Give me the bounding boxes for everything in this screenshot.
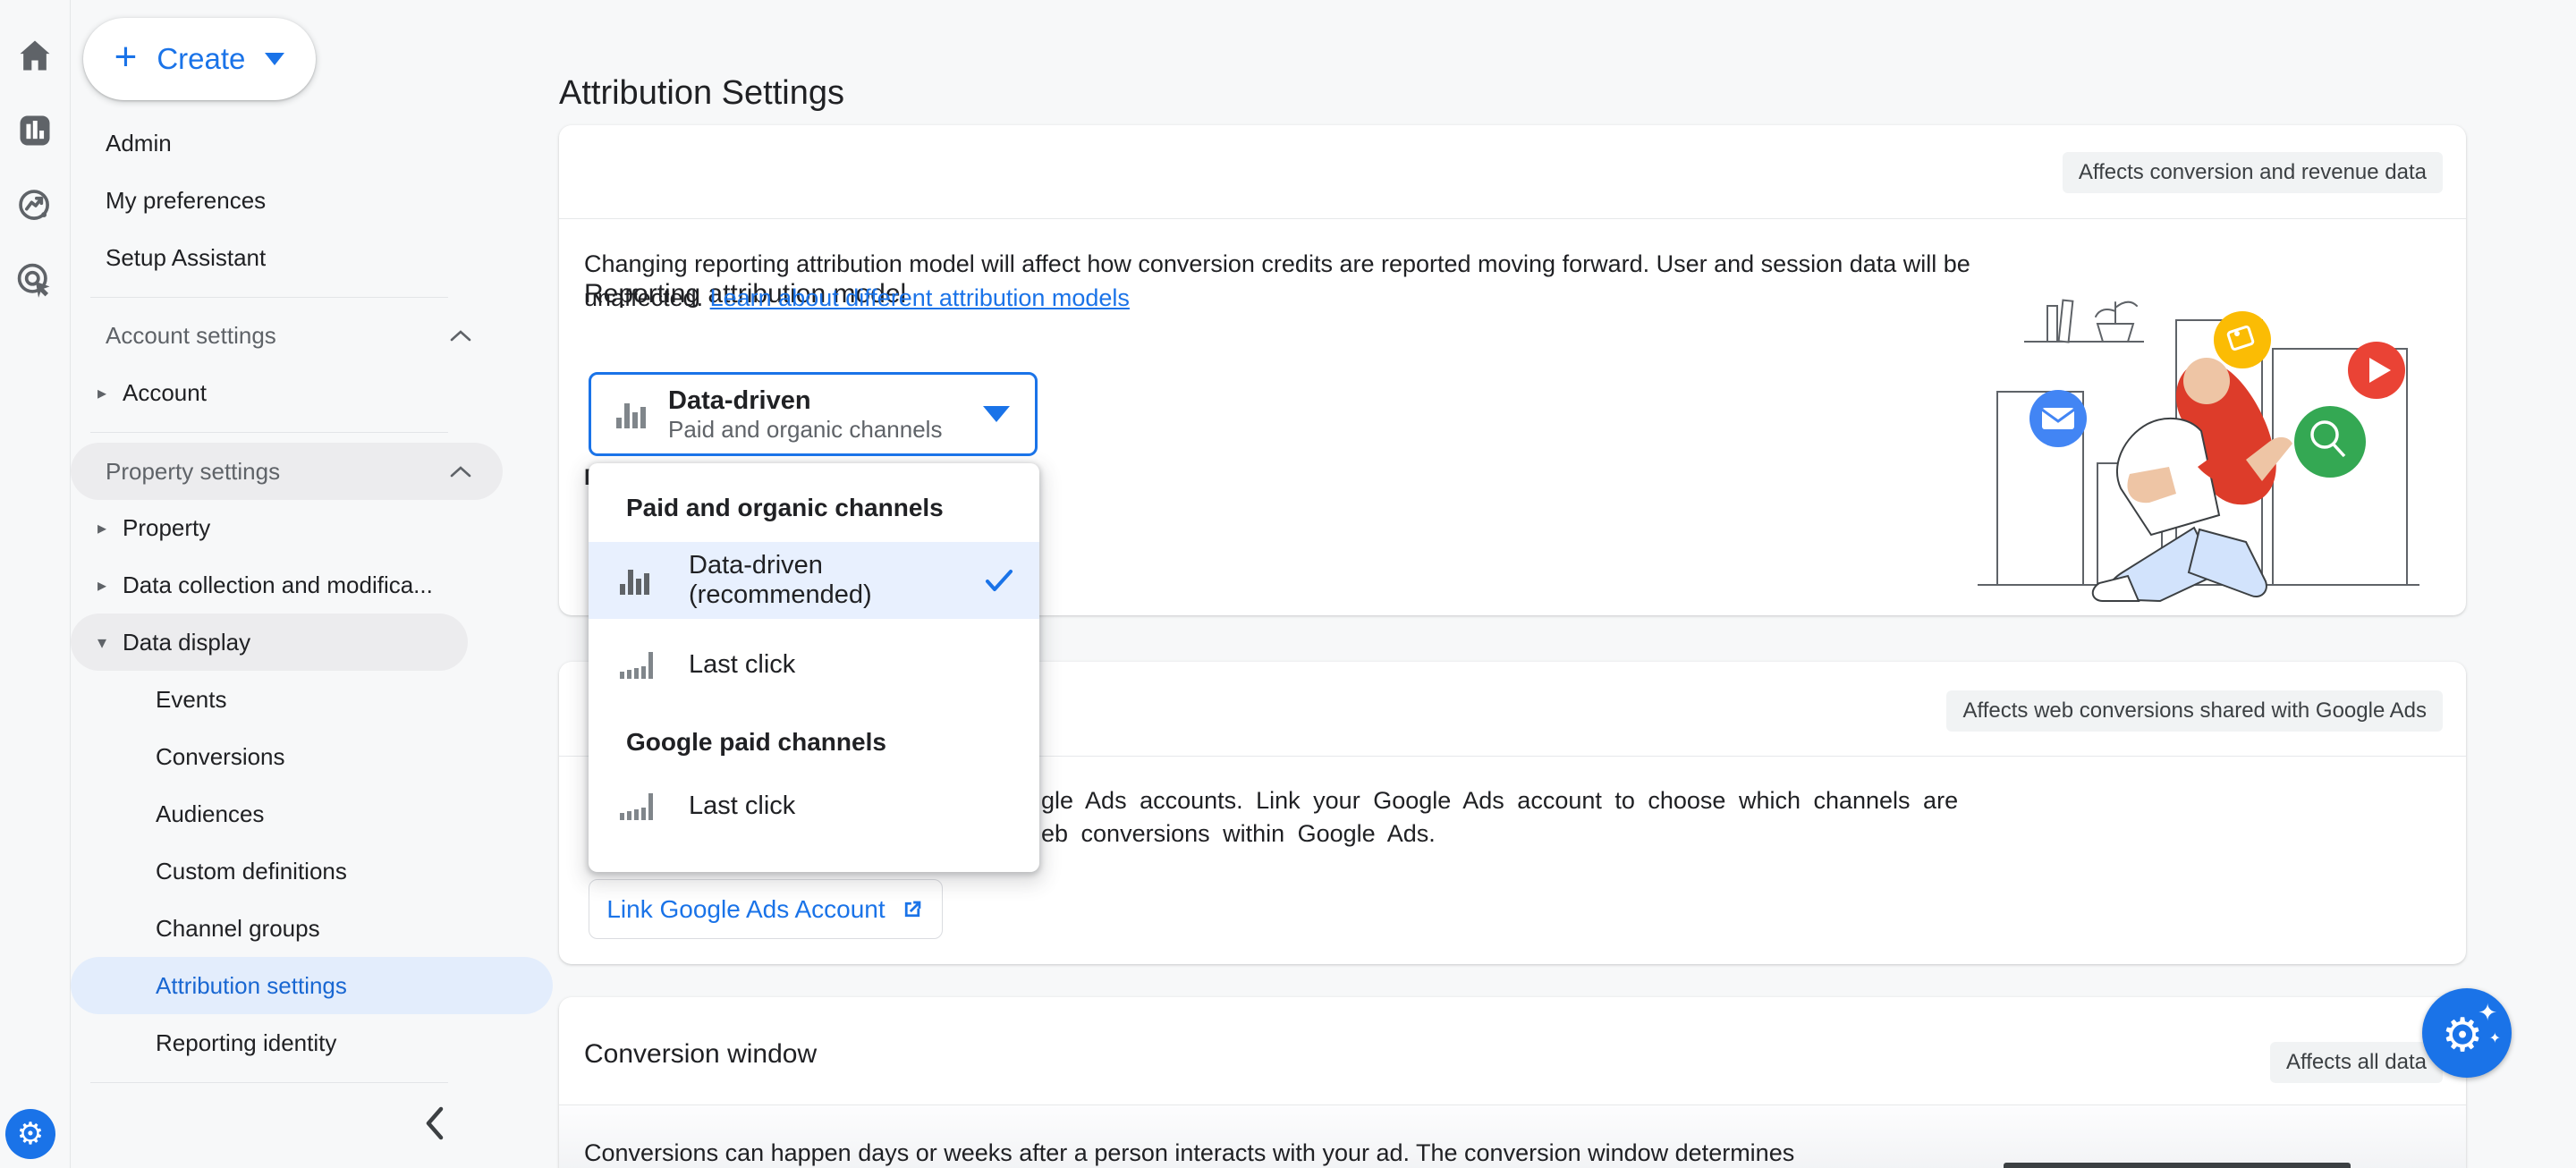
analytics-assistant-fab[interactable]: ⚙ ✦ ✦ [2422,988,2512,1078]
dropdown-caret-icon [983,406,1010,422]
tooltip-top-edge [2004,1163,2351,1168]
conversion-card-description: Conversions can happen days or weeks aft… [584,1136,1979,1168]
ga-admin-page: ⚙ + Create Admin My preferences Setup As… [0,0,2576,1168]
data-driven-icon [614,396,656,432]
sidebar-item-label: Custom definitions [156,858,347,885]
sidebar-section-label: Account settings [106,322,276,350]
advertising-icon[interactable] [15,261,55,300]
affects-badge: Affects web conversions shared with Goog… [1946,690,2443,732]
google-ads-card-text-line1: gle Ads accounts. Link your Google Ads a… [1041,787,1958,815]
sidebar-item-label: Reporting identity [156,1029,336,1057]
sidebar-divider [90,1082,448,1083]
chevron-up-icon [449,464,472,478]
chevron-up-icon [449,328,472,343]
dropdown-group-label: Paid and organic channels [626,494,944,522]
description-text: Changing reporting attribution model wil… [584,250,1970,277]
sidebar-item-attribution-settings[interactable]: Attribution settings [71,957,553,1014]
option-line2: (recommended) [689,580,984,610]
affects-badge: Affects conversion and revenue data [2063,152,2443,193]
admin-sidebar: + Create Admin My preferences Setup Assi… [71,0,559,1168]
attribution-models-link[interactable]: Learn about different attribution models [710,284,1130,311]
expand-right-icon: ▸ [71,574,123,597]
sidebar-item-conversions[interactable]: Conversions [71,728,553,785]
sidebar-item-label: Data collection and modifica... [123,571,433,599]
reports-icon[interactable] [15,111,55,150]
last-click-icon [615,647,662,682]
dropdown-group-label: Google paid channels [626,728,886,757]
sidebar-item-label: Attribution settings [156,972,347,1000]
dropdown-option-label: Last click [689,791,1039,821]
external-link-icon [900,897,925,922]
select-subtitle: Paid and organic channels [668,416,983,443]
plus-icon: + [114,38,138,77]
gear-glyph: ⚙ [17,1116,44,1152]
card-description: Changing reporting attribution model wil… [584,247,1979,315]
sidebar-item-events[interactable]: Events [71,671,553,728]
card-header-divider [559,218,2466,219]
sidebar-section-account-settings[interactable]: Account settings [71,307,503,364]
sidebar-item-label: Events [156,686,227,714]
last-click-icon [615,788,662,824]
data-driven-icon [615,563,662,598]
sidebar-item-label: Admin [106,130,172,157]
sidebar-item-label: Audiences [156,800,264,828]
expand-right-icon: ▸ [71,517,123,539]
settings-gear-icon[interactable]: ⚙ [5,1109,55,1159]
attribution-model-dropdown: Paid and organic channels Data-driven (r… [589,463,1039,872]
app-rail: ⚙ [0,0,71,1168]
link-google-ads-account-button[interactable]: Link Google Ads Account [589,879,943,939]
sidebar-item-label: Channel groups [156,915,320,943]
sidebar-item-channel-groups[interactable]: Channel groups [71,900,553,957]
dropdown-option-last-click-2[interactable]: Last click [589,774,1039,837]
affects-badge: Affects all data [2270,1042,2443,1083]
dropdown-option-data-driven[interactable]: Data-driven (recommended) [589,542,1039,619]
sidebar-item-audiences[interactable]: Audiences [71,785,553,842]
sidebar-item-data-display[interactable]: ▾ Data display [71,614,468,671]
conversion-window-card: Conversion window Affects all data Conve… [559,997,2466,1168]
google-ads-card-text-line2: eb conversions within Google Ads. [1041,820,1436,848]
sidebar-item-label: Property [123,514,210,542]
reporting-model-select[interactable]: Data-driven Paid and organic channels [589,372,1038,456]
sidebar-item-custom-definitions[interactable]: Custom definitions [71,842,553,900]
chevron-left-icon [418,1102,453,1145]
checkmark-icon [984,568,1014,593]
sidebar-item-setup-assistant[interactable]: Setup Assistant [71,229,503,286]
explore-icon[interactable] [15,186,55,225]
sidebar-item-my-preferences[interactable]: My preferences [71,172,503,229]
sidebar-section-label: Property settings [106,458,280,486]
sidebar-item-label: My preferences [106,187,266,215]
sidebar-item-label: Account [123,379,207,407]
sidebar-item-data-collection[interactable]: ▸ Data collection and modifica... [71,556,468,614]
dropdown-option-last-click-1[interactable]: Last click [589,633,1039,696]
card-title: Conversion window [584,1039,817,1070]
sidebar-divider [90,297,448,298]
sidebar-collapse-button[interactable] [418,1102,453,1145]
collapse-down-icon: ▾ [71,631,123,654]
sidebar-item-label: Setup Assistant [106,244,266,272]
create-button[interactable]: + Create [83,18,316,100]
link-button-label: Link Google Ads Account [606,895,885,924]
home-icon[interactable] [15,36,55,75]
select-texts: Data-driven Paid and organic channels [668,385,983,443]
sidebar-item-account[interactable]: ▸ Account [71,364,468,421]
description-text: unaffected. [584,284,710,311]
sidebar-item-property[interactable]: ▸ Property [71,499,468,556]
dropdown-option-label: Last click [689,650,1039,680]
attribution-illustration [1972,256,2455,614]
sidebar-item-admin[interactable]: Admin [71,114,503,172]
sidebar-section-property-settings[interactable]: Property settings [71,443,503,500]
page-title: Attribution Settings [559,74,844,113]
sidebar-item-label: Conversions [156,743,285,771]
create-button-label: Create [157,42,245,76]
sidebar-item-reporting-identity[interactable]: Reporting identity [71,1014,553,1071]
sparkle-icon: ✦ [2478,999,2497,1027]
sidebar-divider [90,432,448,433]
sparkle-icon: ✦ [2489,1029,2501,1047]
option-line1: Data-driven [689,551,984,580]
chevron-down-icon [265,53,284,65]
expand-right-icon: ▸ [71,382,123,404]
sidebar-item-label: Data display [123,629,250,656]
dropdown-option-label: Data-driven (recommended) [689,551,984,610]
select-value: Data-driven [668,385,983,416]
